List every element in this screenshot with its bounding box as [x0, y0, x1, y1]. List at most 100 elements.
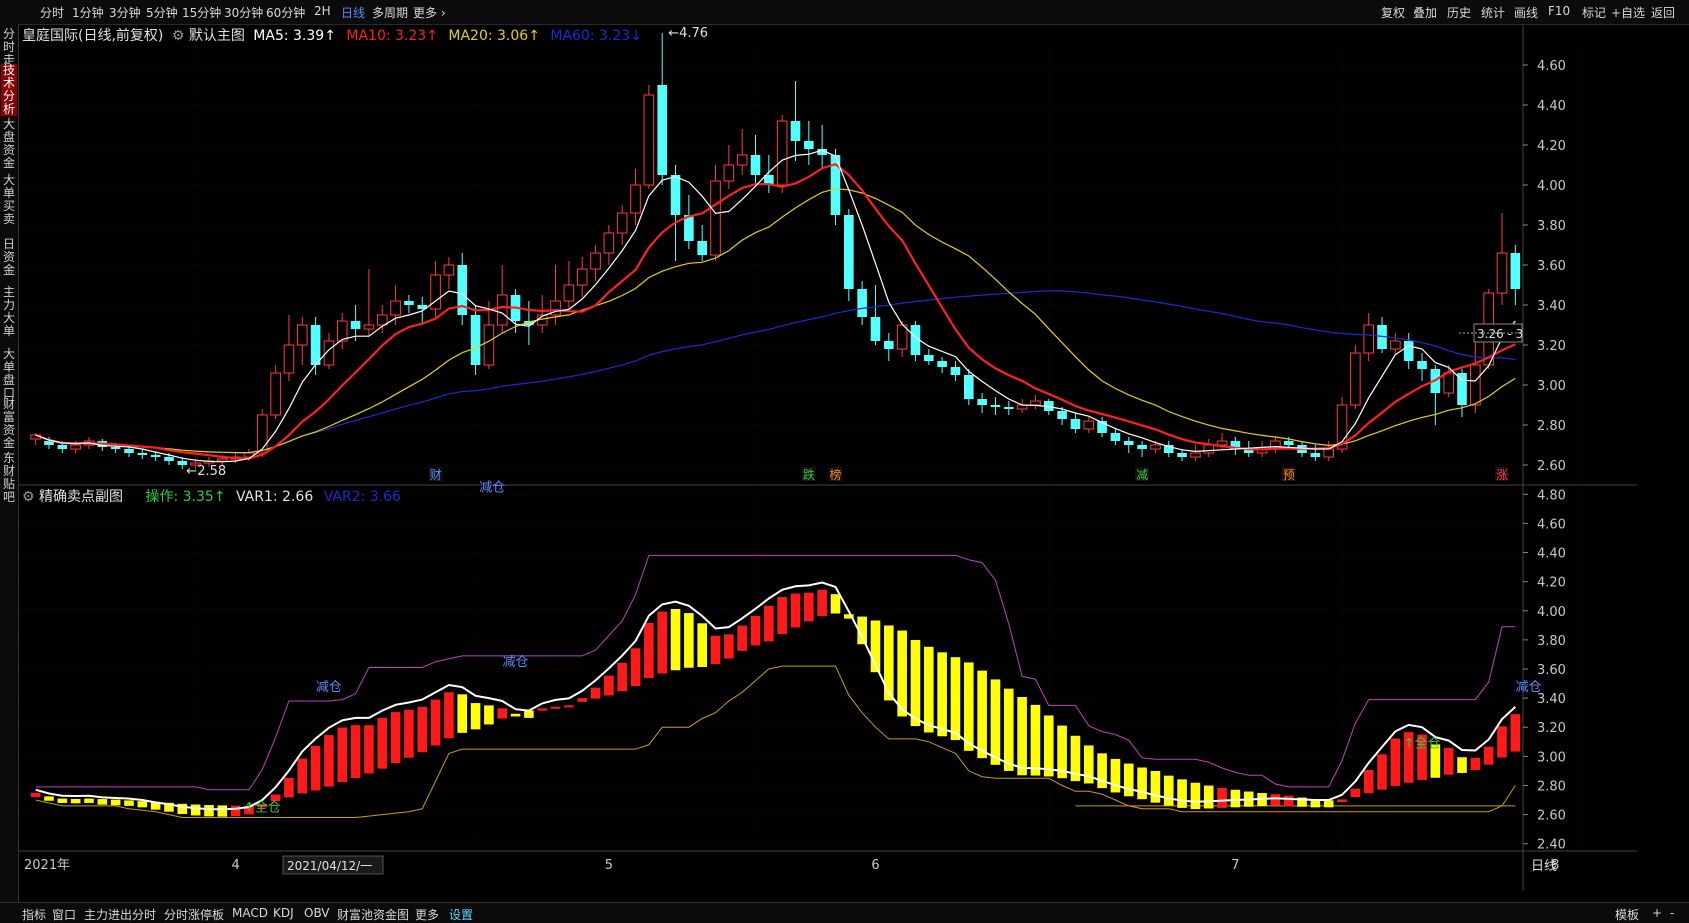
var-upper-line [35, 554, 1516, 791]
sub-y-label: 3.60 [1537, 663, 1566, 678]
period-tab-10[interactable]: 更多 › [413, 4, 446, 21]
op-bar [457, 694, 468, 733]
bottom-tab-7[interactable]: 财富池资金图 [337, 906, 409, 923]
op-bar [1470, 757, 1481, 771]
candle-body [1283, 441, 1294, 445]
toolbar-item-8[interactable]: 返回 [1651, 4, 1675, 21]
period-tab-9[interactable]: 多周期 [372, 4, 408, 21]
period-tab-4[interactable]: 15分钟 [182, 4, 221, 21]
op-bar [817, 589, 827, 617]
ma5-label: MA5: 3.39↑ [253, 28, 336, 44]
sub-y-label: 4.00 [1537, 605, 1566, 620]
candle-body [670, 175, 681, 215]
toolbar-item-3[interactable]: 统计 [1481, 4, 1505, 21]
candle-body [164, 457, 174, 461]
op-bar [1203, 785, 1214, 809]
period-tab-3[interactable]: 5分钟 [146, 4, 178, 21]
toolbar-item-0[interactable]: 复权 [1381, 4, 1405, 21]
sidebar-tab-5[interactable]: 主力大单 [1, 286, 17, 338]
op-bar [697, 623, 707, 668]
toolbar-item-1[interactable]: 叠加 [1413, 4, 1437, 21]
candle-body [483, 324, 495, 366]
sidebar-tab-2[interactable]: 大盘资金 [1, 118, 17, 170]
bottom-tab-8[interactable]: 更多 [415, 906, 439, 923]
candle-body [844, 215, 854, 289]
op-bar [577, 698, 588, 702]
op-bar [1350, 788, 1361, 797]
period-tab-7[interactable]: 2H [314, 4, 331, 18]
sidebar-tab-6[interactable]: 大单盘口 [1, 348, 17, 400]
op-bar [990, 679, 1001, 765]
chart-area[interactable]: 4.60 4.40 4.20 4.00 3.80 3.60 3.40 3.20 3.00 2.80… [19, 25, 1637, 891]
sub-y-label: 4.60 [1537, 517, 1566, 532]
sidebar-tab-1[interactable]: 技术分析 [1, 64, 17, 116]
bottom-right-1[interactable]: + [1652, 906, 1662, 920]
bottom-tab-3[interactable]: 分时涨停板 [164, 906, 224, 923]
period-tab-8[interactable]: 日线 [341, 4, 365, 21]
toolbar-item-4[interactable]: 画线 [1514, 4, 1538, 21]
candle-body [1150, 444, 1161, 450]
candle-body [124, 449, 134, 453]
reduce-label-2: 减仓 [1516, 680, 1542, 695]
op-bar [1163, 775, 1174, 806]
sidebar-tab-3[interactable]: 大单买卖 [1, 174, 17, 226]
period-tab-6[interactable]: 60分钟 [266, 4, 305, 21]
candle-body [1177, 453, 1187, 457]
candle-body [137, 453, 148, 455]
candle-body [1470, 364, 1481, 406]
bottom-tab-5[interactable]: KDJ [273, 906, 294, 920]
toolbar-item-2[interactable]: 历史 [1447, 4, 1471, 21]
settings-icon[interactable]: ⚙ [22, 489, 35, 505]
candle-body [350, 321, 361, 329]
op-bar [284, 777, 294, 798]
bottom-tab-6[interactable]: OBV [304, 906, 330, 920]
op-bar [84, 798, 94, 803]
sidebar-tab-4[interactable]: 日资金 [1, 238, 17, 277]
op-bar [644, 622, 654, 679]
candle-body [963, 375, 974, 399]
bottom-right-0[interactable]: 模板 [1615, 906, 1639, 923]
candle-body [1203, 444, 1215, 454]
bottom-right-2[interactable]: - [1670, 906, 1674, 920]
op-bar [497, 708, 508, 719]
candle-body [283, 344, 295, 374]
bottom-toolbar: 指标 窗口 主力进出分时 分时涨停板 MACD KDJ OBV 财富池资金图 更多 设置 模板 + - [0, 902, 1689, 923]
settings-icon[interactable]: ⚙ [172, 28, 185, 44]
op-bar [963, 662, 974, 751]
sub-title[interactable]: 精确卖点副图 [39, 489, 123, 505]
main-y-label: 3.40 [1537, 299, 1566, 314]
op-bar [657, 611, 667, 674]
main-y-label: 4.60 [1537, 59, 1566, 74]
period-tab-5[interactable]: 30分钟 [224, 4, 263, 21]
period-tab-0[interactable]: 分时 [40, 4, 64, 21]
op-bar [510, 713, 521, 717]
period-tab-1[interactable]: 1分钟 [72, 4, 104, 21]
period-tab-2[interactable]: 3分钟 [109, 4, 141, 21]
candle-body [563, 284, 575, 302]
bottom-tab-1[interactable]: 窗口 [52, 906, 76, 923]
toolbar-item-5[interactable]: F10 [1548, 4, 1570, 18]
ma20-line [35, 188, 1516, 454]
op-bar [524, 710, 534, 718]
event-mark-0: 财 [430, 468, 442, 482]
op-bar [1483, 746, 1494, 765]
main-y-label: 3.20 [1537, 339, 1566, 354]
ma10-label: MA10: 3.23↑ [346, 28, 438, 44]
bottom-tab-2[interactable]: 主力进出分时 [84, 906, 156, 923]
preset-label[interactable]: 默认主图 [189, 28, 245, 44]
sub-y-label: 2.40 [1537, 838, 1566, 853]
bottom-tab-0[interactable]: 指标 [22, 906, 46, 923]
sidebar-tab-7[interactable]: 财富资金 [1, 398, 17, 450]
toolbar-item-7[interactable]: +自选 [1611, 4, 1645, 21]
bottom-tab-4[interactable]: MACD [232, 906, 268, 920]
bottom-tab-9[interactable]: 设置 [449, 906, 473, 923]
main-legend: 皇庭国际(日线,前复权) ⚙ 默认主图 MA5: 3.39↑ MA10: 3.2… [22, 25, 642, 45]
full-position-label-0: ↑全仓 [244, 800, 281, 816]
candle-body [1003, 407, 1014, 409]
op-bar [1363, 770, 1374, 794]
op-bar [1003, 688, 1014, 771]
candle-body [1350, 352, 1361, 406]
sidebar-tab-8[interactable]: 东财贴吧 [1, 452, 17, 504]
sub-y-label: 4.80 [1537, 488, 1566, 503]
toolbar-item-6[interactable]: 标记 [1582, 4, 1606, 21]
